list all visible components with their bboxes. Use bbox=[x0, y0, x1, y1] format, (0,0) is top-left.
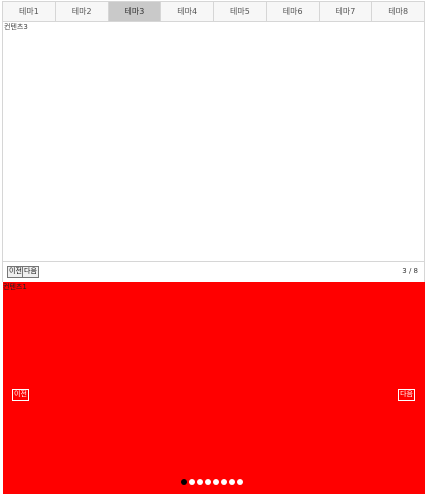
panel-content-text: 컨텐츠3 bbox=[4, 23, 28, 31]
slider-next-button[interactable]: 다음 bbox=[398, 389, 415, 401]
tab-theme3[interactable]: 테마3 bbox=[108, 2, 162, 21]
tab-theme2[interactable]: 테마2 bbox=[56, 2, 109, 21]
slider-dot-8[interactable] bbox=[237, 479, 243, 485]
slider-dot-4[interactable] bbox=[205, 479, 211, 485]
slider-pagination bbox=[181, 479, 243, 485]
slider-dot-6[interactable] bbox=[221, 479, 227, 485]
tab-theme5[interactable]: 테마5 bbox=[214, 2, 267, 21]
slider-dot-1[interactable] bbox=[181, 479, 187, 485]
page-counter: 3 / 8 bbox=[402, 267, 418, 275]
tab-theme8[interactable]: 테마8 bbox=[372, 2, 424, 21]
tab-theme1[interactable]: 테마1 bbox=[3, 2, 56, 21]
tab-theme6[interactable]: 테마6 bbox=[267, 2, 320, 21]
slider-dot-2[interactable] bbox=[189, 479, 195, 485]
image-slider: 컨텐츠1 이전 다음 bbox=[3, 282, 425, 494]
tab-bar: 테마1 테마2 테마3 테마4 테마5 테마6 테마7 테마8 bbox=[2, 1, 425, 21]
tab-theme4[interactable]: 테마4 bbox=[161, 2, 214, 21]
slide-content-text: 컨텐츠1 bbox=[3, 283, 27, 291]
slider-dot-3[interactable] bbox=[197, 479, 203, 485]
tab-controls: 이전 다음 3 / 8 bbox=[2, 262, 425, 282]
slider-dot-5[interactable] bbox=[213, 479, 219, 485]
slider-dot-7[interactable] bbox=[229, 479, 235, 485]
next-button[interactable]: 다음 bbox=[22, 266, 39, 278]
slider-prev-button[interactable]: 이전 bbox=[12, 389, 29, 401]
tab-theme7[interactable]: 테마7 bbox=[320, 2, 373, 21]
tab-panel: 컨텐츠3 bbox=[2, 21, 425, 262]
